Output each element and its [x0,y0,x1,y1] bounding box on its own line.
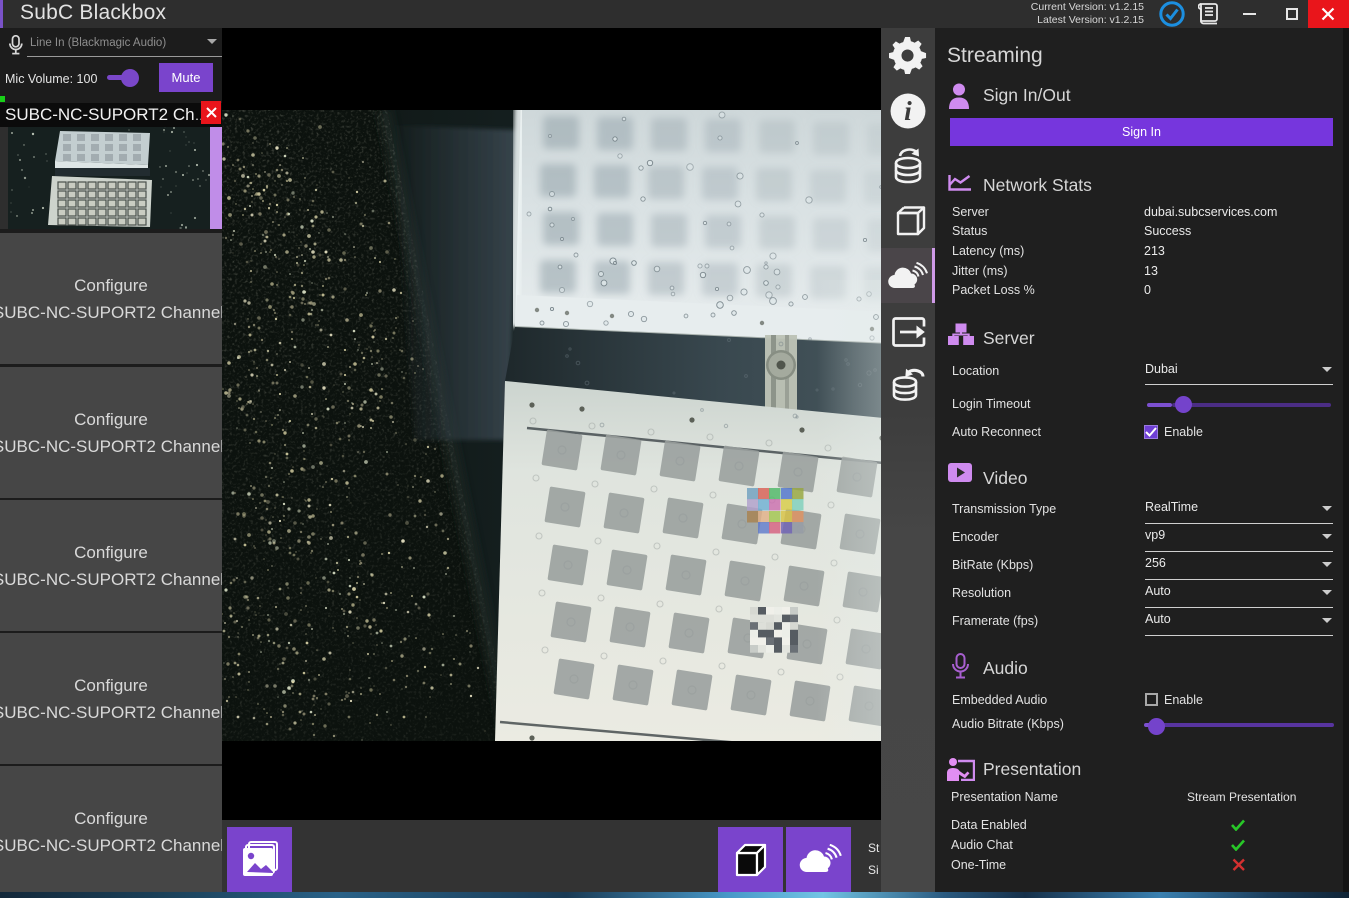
svg-text:i: i [904,95,912,126]
